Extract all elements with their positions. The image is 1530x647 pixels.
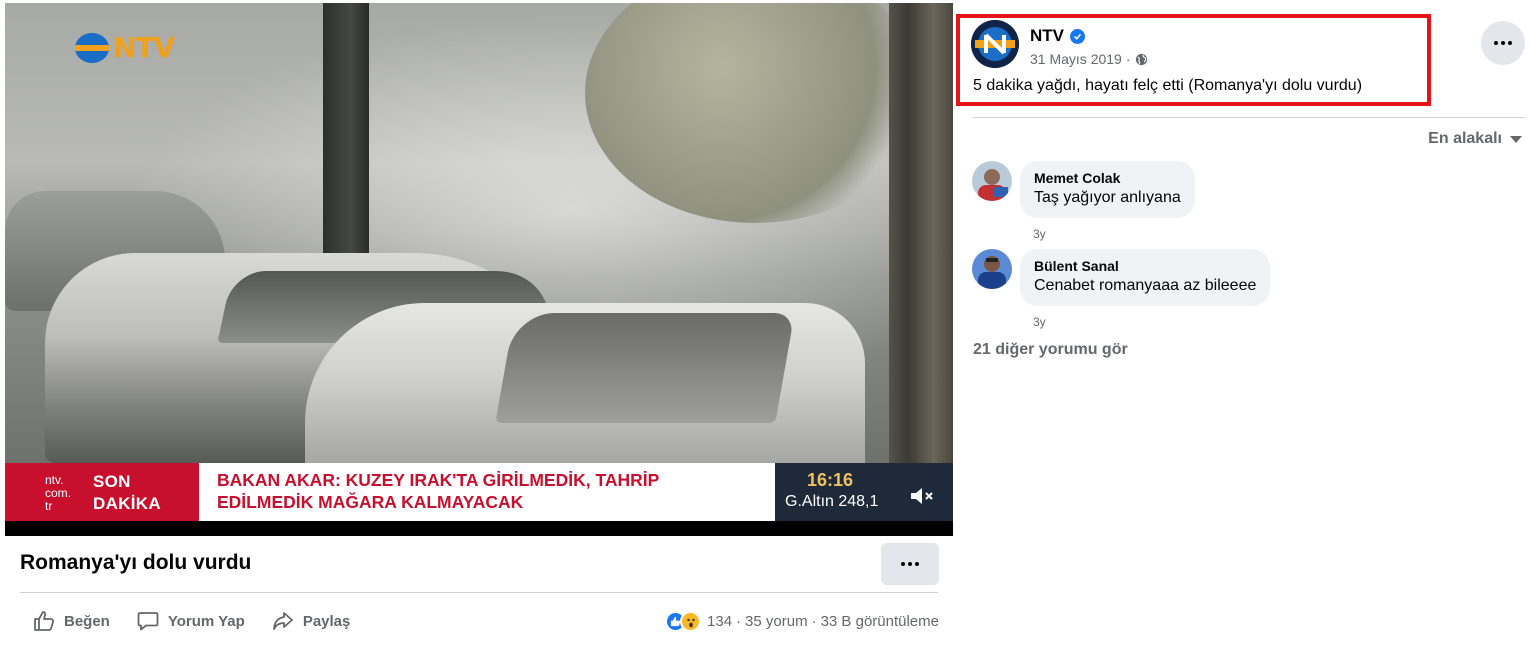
comment-count[interactable]: 35 yorum (745, 613, 808, 630)
post-meta: 31 Mayıs 2019 · (1030, 51, 1148, 67)
comment-bubble: Memet Colak Taş yağıyor anlıyana (1020, 161, 1195, 218)
ticker-time-box: 16:16 G.Altın 248,1 (775, 463, 953, 521)
comment-time[interactable]: 3y (1033, 315, 1046, 329)
comment-bubble: Bülent Sanal Cenabet romanyaaa az bileee… (1020, 249, 1271, 306)
share-icon (272, 612, 293, 630)
wow-reaction-icon (680, 611, 702, 632)
view-more-comments-link[interactable]: 21 diğer yorumu gör (973, 341, 1128, 359)
comment-item: Bülent Sanal Cenabet romanyaaa az bileee… (972, 249, 1271, 306)
comment-author[interactable]: Memet Colak (1034, 169, 1181, 187)
video-player[interactable]: NTV ntv. com. tr SON DAKİKA BAKAN AKAR: … (5, 3, 953, 536)
ticker-headline: BAKAN AKAR: KUZEY IRAK'TA GİRİLMEDİK, TA… (199, 463, 775, 521)
like-button[interactable]: Beğen (32, 609, 110, 633)
avatar[interactable] (972, 161, 1012, 201)
globe-icon (1135, 53, 1147, 65)
caret-down-icon (1510, 135, 1522, 143)
post-more-options-button[interactable] (1481, 21, 1525, 65)
divider (20, 592, 938, 593)
comment-sort-dropdown[interactable]: En alakalı (1428, 130, 1522, 148)
volume-muted-icon[interactable] (909, 485, 935, 507)
post-text: 5 dakika yağdı, hayatı felç etti (Romany… (973, 77, 1363, 94)
ntv-avatar[interactable] (971, 20, 1019, 68)
comment-text: Cenabet romanyaaa az bileeee (1034, 277, 1257, 294)
ntv-logo-icon (75, 32, 109, 63)
avatar[interactable] (972, 249, 1012, 289)
comment-icon (137, 612, 159, 631)
comment-time[interactable]: 3y (1033, 227, 1046, 241)
verified-badge-icon (1070, 28, 1085, 44)
tree-trunk (323, 3, 369, 253)
video-frame: NTV (5, 3, 953, 473)
comment-button[interactable]: Yorum Yap (136, 609, 245, 633)
post-date[interactable]: 31 Mayıs 2019 (1030, 51, 1122, 67)
divider (973, 117, 1525, 118)
video-title: Romanya'yı dolu vurdu (20, 551, 252, 574)
more-icon (1494, 41, 1512, 45)
reaction-icons[interactable] (665, 611, 702, 632)
ntv-channel-logo: NTV (75, 31, 175, 64)
view-count: 33 B görüntüleme (820, 613, 939, 630)
ntv-logo-icon (971, 20, 1019, 68)
post-stats: 134 · 35 yorum · 33 B görüntüleme (665, 611, 939, 632)
comment-text: Taş yağıyor anlıyana (1034, 189, 1181, 206)
breaking-news-label: SON DAKİKA (77, 463, 199, 521)
comment-author[interactable]: Bülent Sanal (1034, 257, 1256, 275)
news-ticker: ntv. com. tr SON DAKİKA BAKAN AKAR: KUZE… (5, 463, 953, 521)
page-name[interactable]: NTV (1030, 26, 1085, 46)
post-actions: Beğen Yorum Yap Paylaş (32, 609, 350, 633)
more-icon (901, 562, 919, 566)
reaction-count[interactable]: 134 (707, 613, 732, 630)
ticker-site: ntv. com. tr (5, 463, 77, 521)
share-button[interactable]: Paylaş (271, 609, 350, 633)
comment-item: Memet Colak Taş yağıyor anlıyana (972, 161, 1195, 218)
video-more-options-button[interactable] (881, 543, 939, 585)
thumbs-up-icon (34, 611, 55, 631)
